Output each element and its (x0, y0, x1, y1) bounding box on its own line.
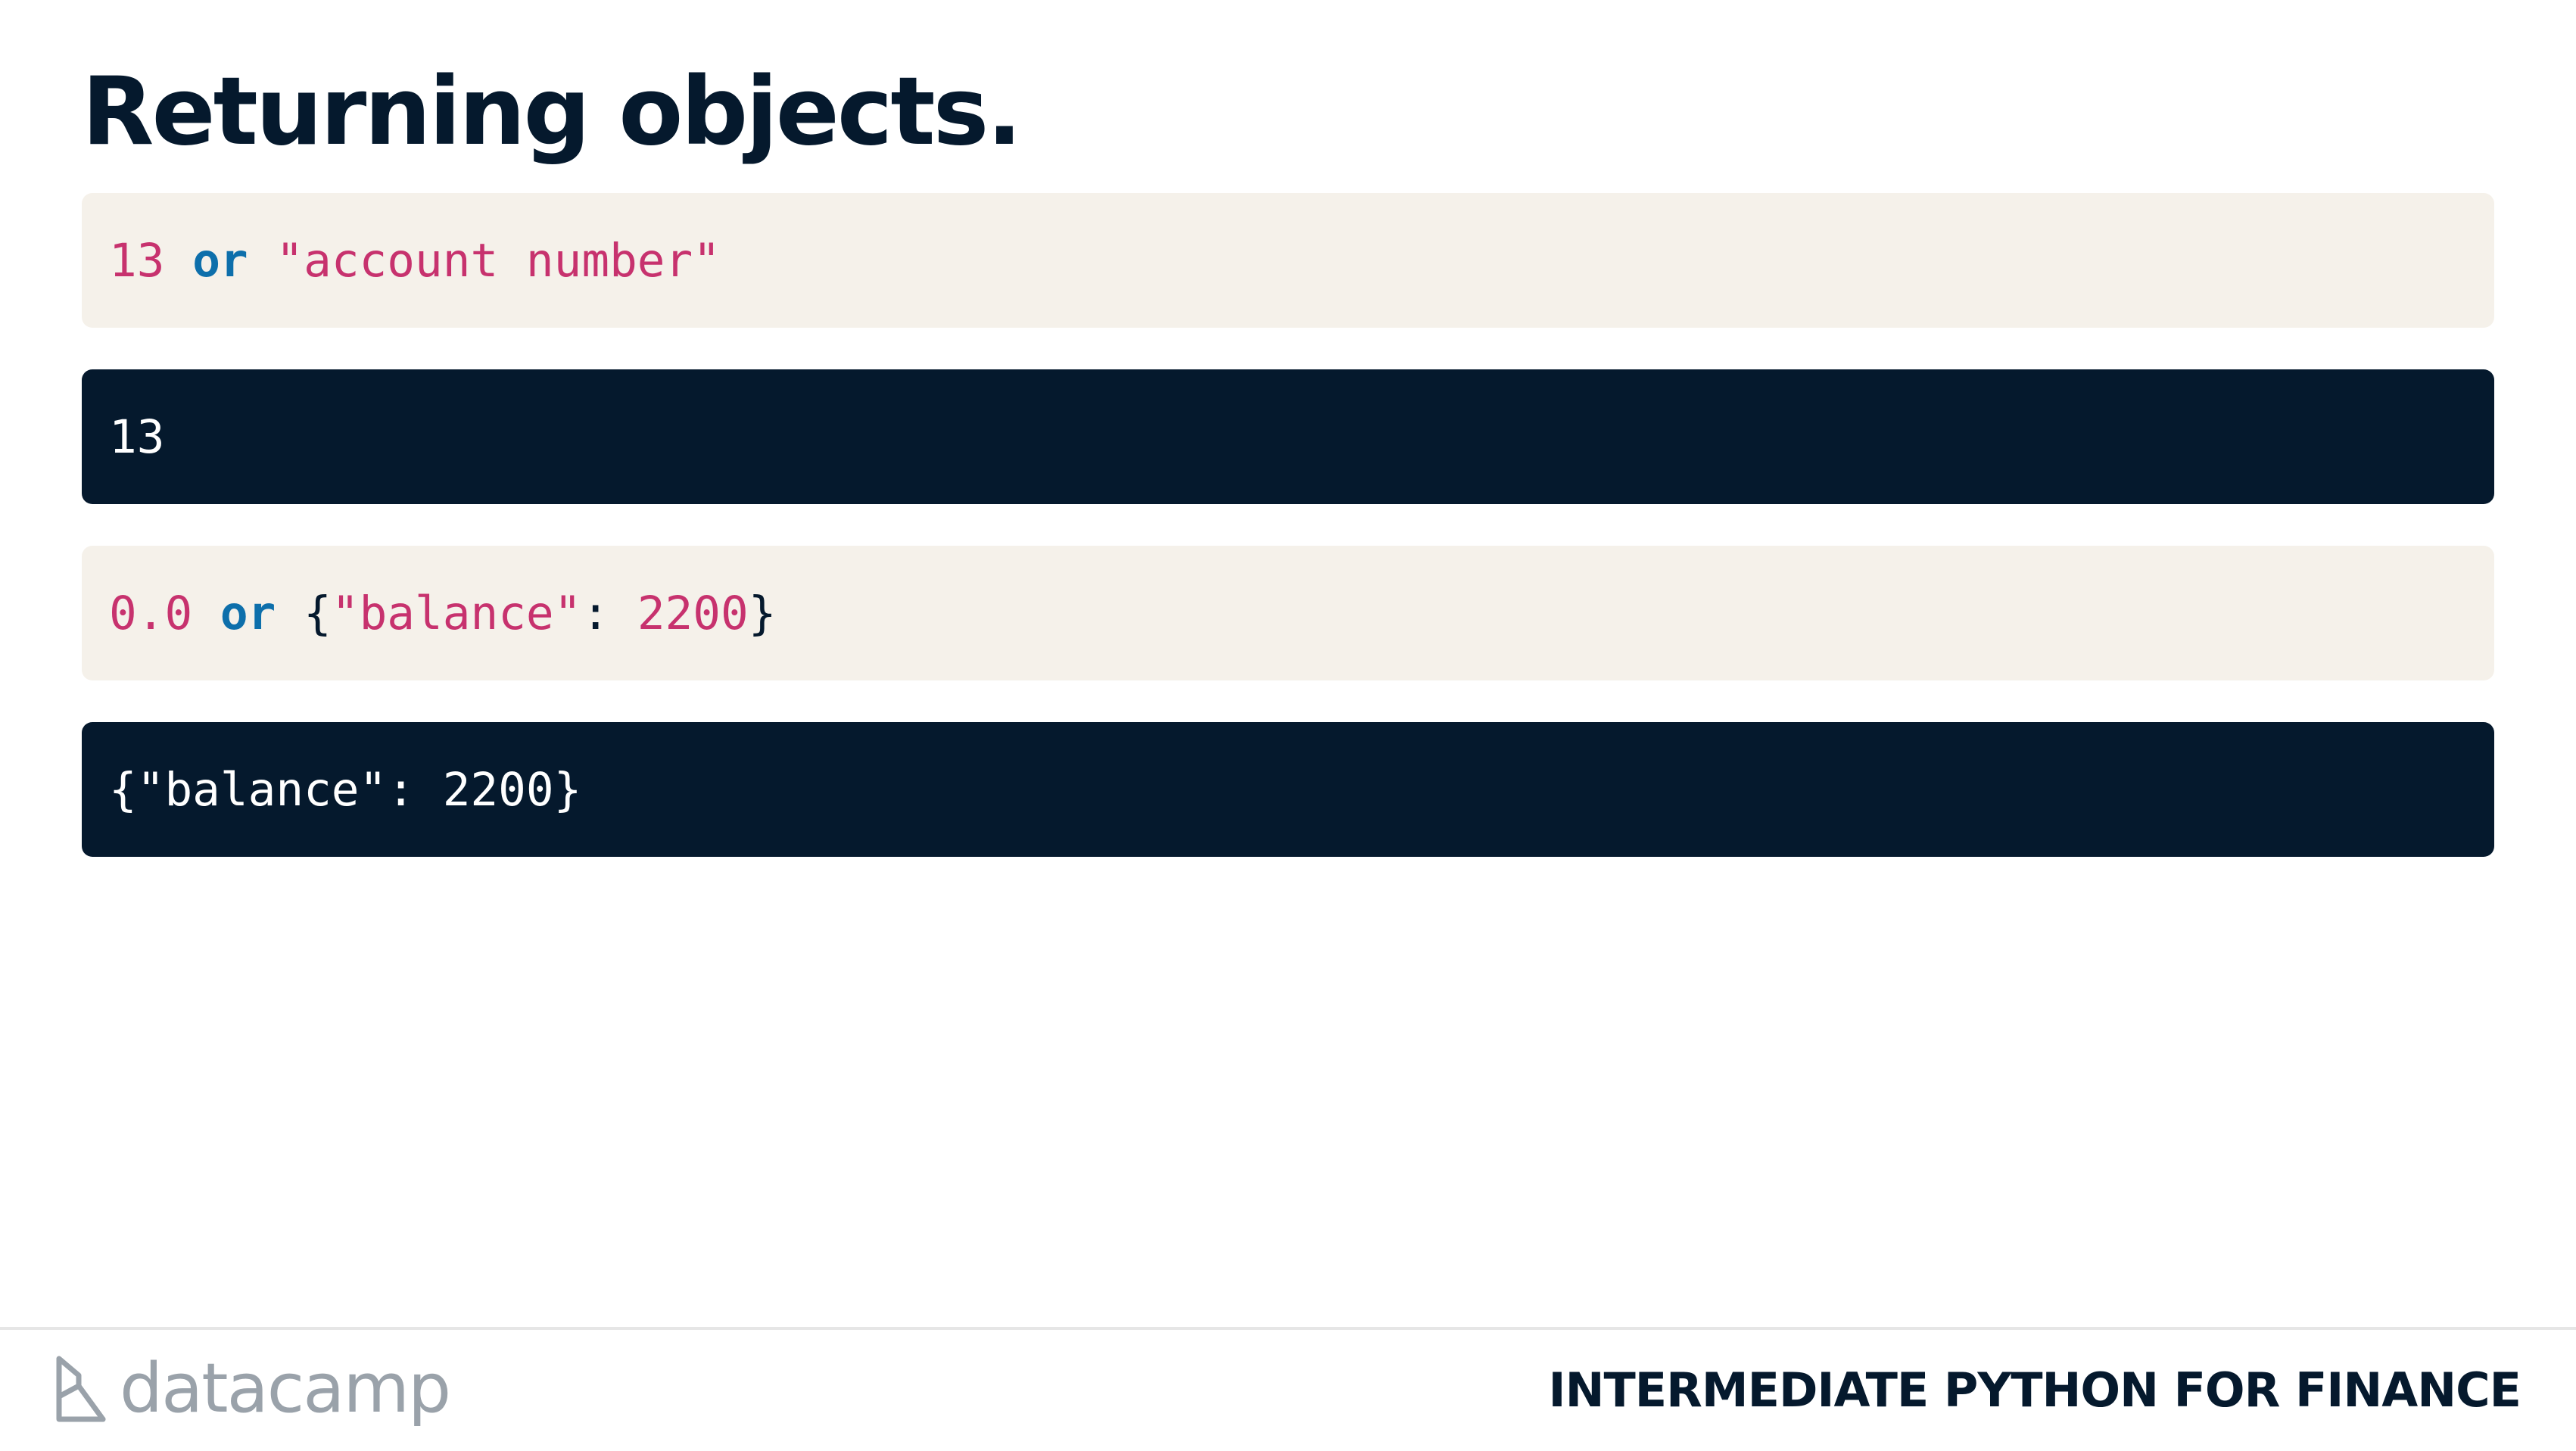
code-punct-token: } (748, 586, 777, 640)
code-punct-token: { (304, 586, 332, 640)
code-string-token: "account number" (276, 233, 721, 288)
code-input-block: 13 or "account number" (82, 193, 2494, 328)
code-space-token (192, 587, 220, 640)
code-number-token: 2200 (637, 586, 749, 640)
course-title: INTERMEDIATE PYTHON FOR FINANCE (1548, 1362, 2521, 1418)
code-output-text: {"balance": 2200} (109, 762, 582, 817)
code-output-block: 13 (82, 369, 2494, 504)
datacamp-logo-icon (56, 1356, 106, 1422)
code-input-block: 0.0 or {"balance": 2200} (82, 546, 2494, 680)
code-number-token: 0.0 (109, 586, 193, 640)
code-space-token (276, 587, 304, 640)
code-output-block: {"balance": 2200} (82, 722, 2494, 857)
code-keyword-token: or (192, 233, 248, 288)
code-punct-token: : (581, 586, 637, 640)
code-space-token (164, 234, 192, 288)
code-keyword-token: or (220, 586, 276, 640)
code-number-token: 13 (109, 233, 165, 288)
code-space-token (248, 234, 276, 288)
datacamp-logo-text: datacamp (120, 1349, 451, 1428)
datacamp-logo: datacamp (53, 1347, 451, 1431)
code-string-token: "balance" (331, 586, 582, 640)
code-output-text: 13 (109, 409, 165, 464)
footer-divider (0, 1327, 2576, 1330)
slide-title: Returning objects. (82, 58, 1023, 167)
